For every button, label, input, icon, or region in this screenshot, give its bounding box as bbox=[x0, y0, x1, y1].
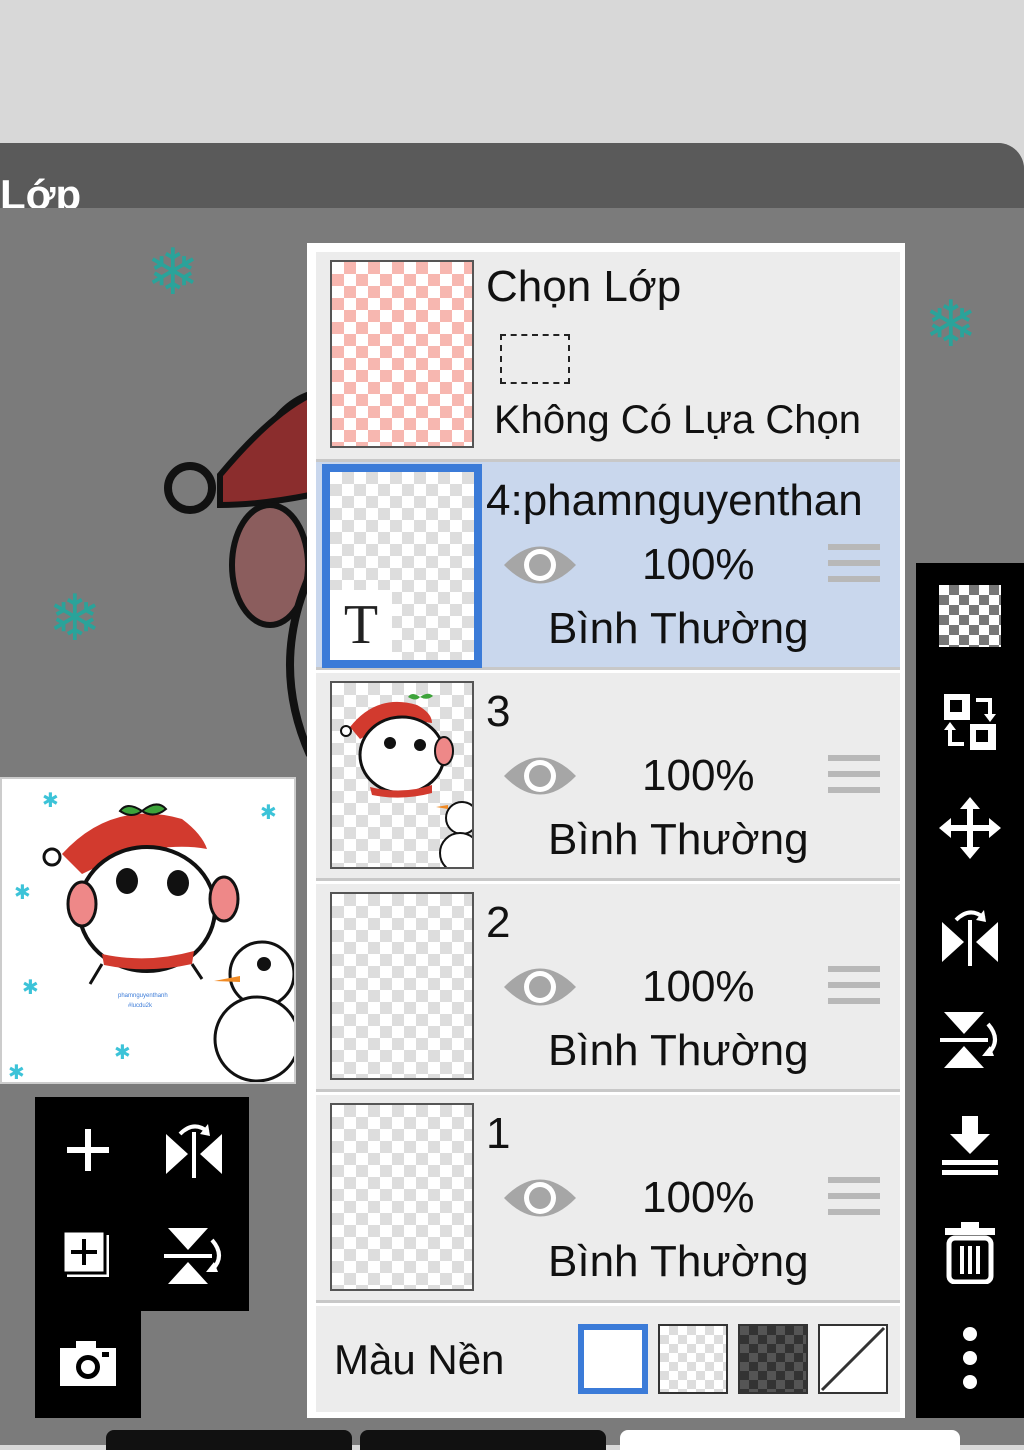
merge-down-icon bbox=[942, 1116, 998, 1175]
svg-text:✱: ✱ bbox=[114, 1042, 131, 1064]
snowflake-icon: ❄ bbox=[48, 582, 102, 654]
bg-transparent-swatch[interactable] bbox=[658, 1324, 728, 1394]
layer-name: 2 bbox=[486, 898, 511, 947]
drag-handle-icon[interactable] bbox=[828, 544, 880, 584]
layer-name: 4:phamnguyenthan bbox=[486, 476, 863, 525]
svg-text:✱: ✱ bbox=[22, 977, 39, 999]
flip-horizontal-icon bbox=[942, 910, 998, 966]
selection-layer-row[interactable]: Chọn Lớp Không Có Lựa Chọn bbox=[316, 252, 900, 462]
swap-layers-button[interactable] bbox=[916, 669, 1024, 775]
layer-blend-mode[interactable]: Bình Thường bbox=[548, 604, 809, 654]
duplicate-layer-button[interactable] bbox=[35, 1203, 141, 1309]
bg-none-swatch[interactable] bbox=[818, 1324, 888, 1394]
status-area bbox=[0, 0, 1024, 145]
diagonal-slash-icon bbox=[820, 1326, 886, 1392]
layer-list-panel: Chọn Lớp Không Có Lựa Chọn T 4:phamnguye… bbox=[307, 243, 905, 1418]
visibility-eye-icon[interactable] bbox=[502, 962, 578, 1012]
visibility-eye-icon[interactable] bbox=[502, 540, 578, 590]
svg-text:✱: ✱ bbox=[14, 882, 31, 904]
layer-opacity[interactable]: 100% bbox=[642, 1173, 755, 1223]
visibility-eye-icon[interactable] bbox=[502, 751, 578, 801]
bottom-tab[interactable] bbox=[106, 1430, 352, 1450]
add-layer-icon bbox=[67, 1129, 109, 1171]
selection-layer-title: Chọn Lớp bbox=[486, 262, 682, 311]
delete-layer-button[interactable] bbox=[916, 1199, 1024, 1305]
background-color-row: Màu Nền bbox=[316, 1306, 900, 1412]
flip-vertical-button[interactable] bbox=[141, 1203, 247, 1309]
layer-row[interactable]: 1 100% Bình Thường bbox=[316, 1095, 900, 1303]
text-layer-icon: T bbox=[330, 590, 392, 660]
flip-horizontal-button-right[interactable] bbox=[916, 881, 1024, 987]
layer-row[interactable]: 3 100% Bình Thường bbox=[316, 673, 900, 881]
svg-text:✱: ✱ bbox=[8, 1062, 25, 1082]
trash-icon bbox=[945, 1222, 995, 1284]
left-toolbox-camera bbox=[35, 1310, 141, 1418]
flip-vertical-icon bbox=[940, 1012, 997, 1068]
transparency-button[interactable] bbox=[916, 563, 1024, 669]
selection-thumbnail bbox=[330, 260, 474, 448]
duplicate-layer-icon bbox=[61, 1229, 109, 1277]
drag-handle-icon[interactable] bbox=[828, 1177, 880, 1217]
bottom-bar bbox=[0, 1418, 1024, 1450]
move-button[interactable] bbox=[916, 775, 1024, 881]
bottom-tab[interactable] bbox=[620, 1430, 960, 1450]
swap-layers-icon bbox=[944, 694, 996, 750]
bottom-tab[interactable] bbox=[360, 1430, 606, 1450]
camera-icon bbox=[60, 1341, 116, 1386]
svg-text:phamnguyenthanh: phamnguyenthanh bbox=[118, 993, 168, 999]
left-toolbox bbox=[35, 1097, 249, 1311]
bg-white-swatch[interactable] bbox=[578, 1324, 648, 1394]
more-icon bbox=[963, 1327, 977, 1389]
visibility-eye-icon[interactable] bbox=[502, 1173, 578, 1223]
transparency-icon bbox=[939, 585, 1001, 647]
canvas-preview[interactable]: ✱✱✱ ✱✱✱ ✱✱ phamnguyenthanh #lucdu2k bbox=[0, 777, 296, 1084]
right-toolbar bbox=[916, 563, 1024, 1418]
snowflake-icon: ❄ bbox=[924, 288, 978, 360]
flip-horizontal-icon bbox=[166, 1124, 222, 1178]
svg-text:✱: ✱ bbox=[42, 790, 59, 812]
drag-handle-icon[interactable] bbox=[828, 966, 880, 1006]
layer-thumbnail: T bbox=[322, 464, 482, 668]
svg-text:✱: ✱ bbox=[260, 802, 277, 824]
flip-vertical-button-right[interactable] bbox=[916, 987, 1024, 1093]
selection-status: Không Có Lựa Chọn bbox=[494, 398, 862, 442]
layer-row[interactable]: 2 100% Bình Thường bbox=[316, 884, 900, 1092]
drag-handle-icon[interactable] bbox=[828, 755, 880, 795]
layer-blend-mode[interactable]: Bình Thường bbox=[548, 1237, 809, 1287]
layer-name: 1 bbox=[486, 1109, 511, 1158]
dialog-header: Lớp bbox=[0, 143, 1024, 218]
flip-vertical-icon bbox=[164, 1228, 221, 1284]
layer-row[interactable]: T 4:phamnguyenthan 100% Bình Thường bbox=[316, 462, 900, 670]
selection-marquee-icon bbox=[500, 334, 570, 384]
layer-opacity[interactable]: 100% bbox=[642, 540, 755, 590]
layer-name: 3 bbox=[486, 687, 511, 736]
merge-down-button[interactable] bbox=[916, 1093, 1024, 1199]
flip-horizontal-button[interactable] bbox=[141, 1097, 247, 1203]
camera-button[interactable] bbox=[35, 1310, 141, 1416]
layer-opacity[interactable]: 100% bbox=[642, 962, 755, 1012]
layer-thumbnail bbox=[330, 892, 474, 1080]
more-options-button[interactable] bbox=[916, 1305, 1024, 1411]
svg-text:#lucdu2k: #lucdu2k bbox=[128, 1003, 153, 1009]
bg-dark-checker-swatch[interactable] bbox=[738, 1324, 808, 1394]
layer-thumbnail bbox=[330, 681, 474, 869]
add-layer-button[interactable] bbox=[35, 1097, 141, 1203]
move-icon bbox=[939, 797, 1001, 859]
layer-blend-mode[interactable]: Bình Thường bbox=[548, 815, 809, 865]
layer-blend-mode[interactable]: Bình Thường bbox=[548, 1026, 809, 1076]
layer-thumbnail bbox=[330, 1103, 474, 1291]
layer-opacity[interactable]: 100% bbox=[642, 751, 755, 801]
background-color-label: Màu Nền bbox=[334, 1336, 505, 1383]
